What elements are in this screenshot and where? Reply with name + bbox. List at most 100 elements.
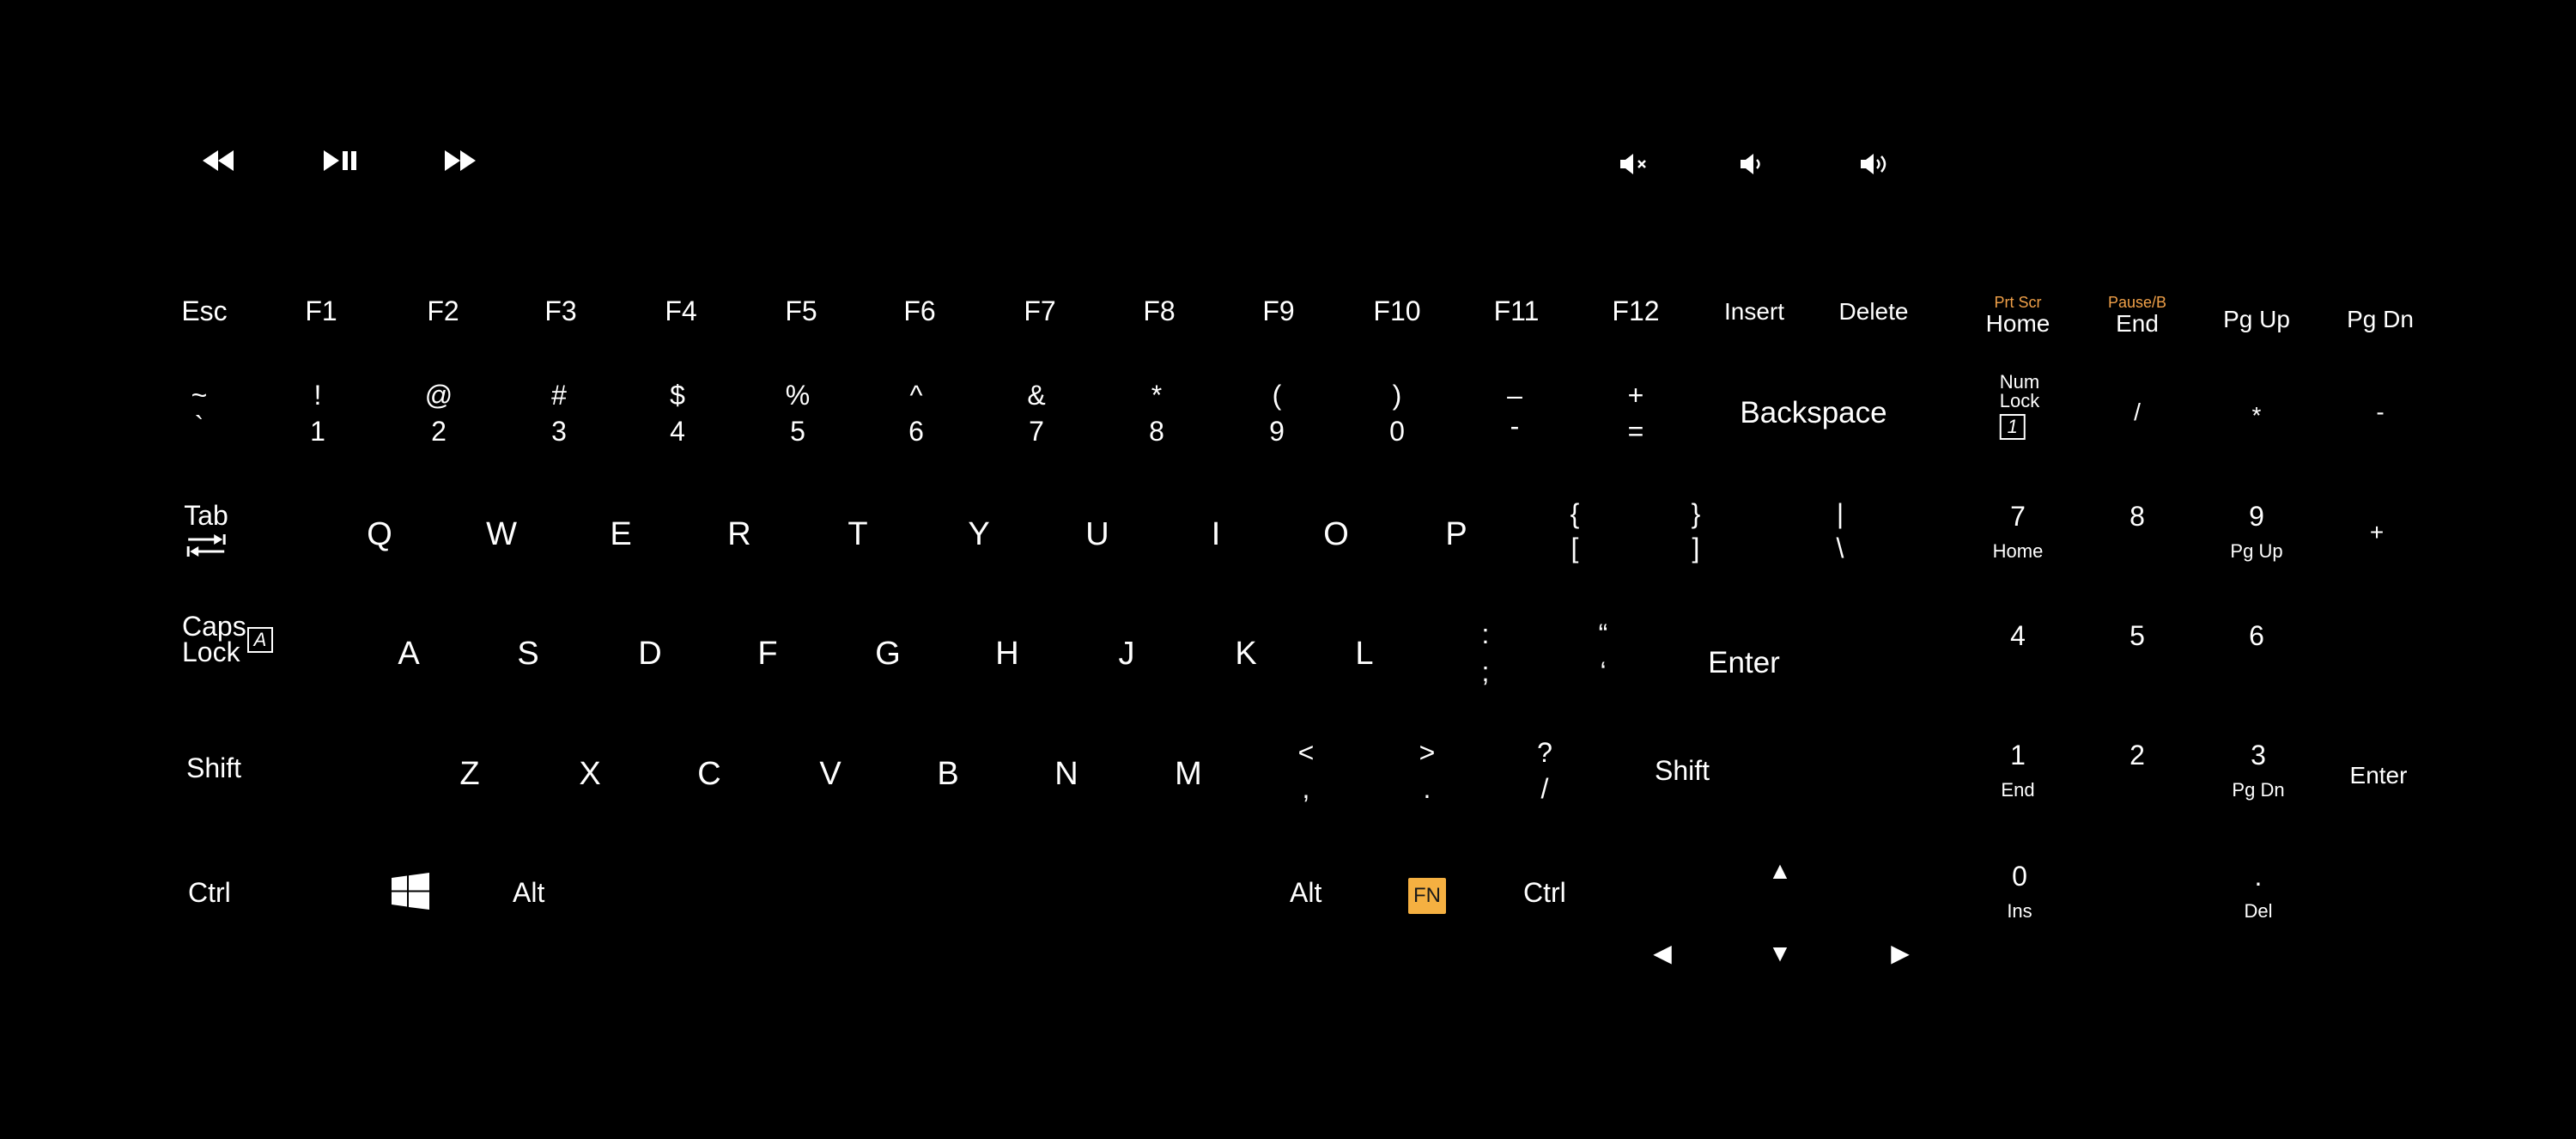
key-8[interactable]: * 8	[1149, 381, 1164, 445]
key-alt-left[interactable]: Alt	[513, 879, 544, 906]
key-f12[interactable]: F12	[1612, 297, 1659, 325]
key-numlock[interactable]: Num Lock 1	[1999, 373, 2039, 440]
key-f[interactable]: F	[757, 637, 777, 670]
volume-down-icon[interactable]	[1740, 153, 1771, 180]
key-numpad-multiply[interactable]: *	[2252, 404, 2262, 428]
key-b[interactable]: B	[937, 758, 958, 790]
arrow-left-icon[interactable]: ◀	[1653, 941, 1672, 965]
key-v[interactable]: V	[819, 758, 841, 790]
key-numpad-8[interactable]: 8	[2129, 502, 2145, 530]
key-n[interactable]: N	[1054, 758, 1078, 790]
key-backslash[interactable]: | \	[1837, 500, 1844, 562]
key-numpad-4[interactable]: 4	[2010, 622, 2026, 649]
key-comma[interactable]: <,	[1298, 739, 1315, 802]
key-insert[interactable]: Insert	[1724, 300, 1784, 324]
key-numpad-plus[interactable]: +	[2370, 521, 2384, 545]
key-f7[interactable]: F7	[1024, 297, 1055, 325]
key-f1[interactable]: F1	[305, 297, 337, 325]
key-shift-right[interactable]: Shift	[1655, 757, 1710, 784]
key-f9[interactable]: F9	[1262, 297, 1294, 325]
key-f10[interactable]: F10	[1373, 297, 1420, 325]
key-k[interactable]: K	[1235, 637, 1256, 670]
fast-forward-icon[interactable]	[443, 149, 477, 176]
key-tab[interactable]: Tab	[184, 502, 228, 562]
key-c[interactable]: C	[697, 758, 720, 790]
key-backtick[interactable]: ~ `	[191, 381, 208, 440]
key-5[interactable]: % 5	[786, 381, 810, 445]
key-f11[interactable]: F11	[1494, 297, 1540, 325]
windows-logo-icon[interactable]	[392, 873, 429, 915]
key-ctrl-right[interactable]: Ctrl	[1523, 879, 1566, 906]
key-equals[interactable]: + =	[1628, 381, 1644, 445]
key-minus[interactable]: – -	[1507, 381, 1522, 440]
key-x[interactable]: X	[579, 758, 600, 790]
key-backspace[interactable]: Backspace	[1740, 398, 1886, 428]
key-numpad-5[interactable]: 5	[2129, 622, 2145, 649]
key-h[interactable]: H	[995, 637, 1018, 670]
key-esc[interactable]: Esc	[181, 297, 227, 325]
key-f2[interactable]: F2	[427, 297, 459, 325]
key-f5[interactable]: F5	[785, 297, 817, 325]
key-numpad-minus[interactable]: -	[2376, 400, 2384, 424]
key-fn[interactable]: FN	[1408, 878, 1446, 914]
key-f8[interactable]: F8	[1143, 297, 1175, 325]
key-pgup[interactable]: Pg Up	[2223, 308, 2290, 332]
key-3[interactable]: #3	[551, 381, 567, 445]
key-e[interactable]: E	[610, 518, 631, 551]
key-l[interactable]: L	[1355, 637, 1373, 670]
key-ctrl-left[interactable]: Ctrl	[188, 879, 231, 906]
key-j[interactable]: J	[1119, 637, 1135, 670]
key-slash[interactable]: ? /	[1537, 739, 1552, 802]
key-q[interactable]: Q	[367, 518, 392, 551]
key-numpad-6[interactable]: 6	[2249, 622, 2264, 649]
volume-up-icon[interactable]	[1860, 153, 1893, 180]
key-y[interactable]: Y	[968, 518, 989, 551]
key-w[interactable]: W	[486, 518, 517, 551]
key-t[interactable]: T	[848, 518, 867, 551]
key-numpad-9[interactable]: 9 Pg Up	[2230, 502, 2282, 561]
arrow-down-icon[interactable]: ▼	[1768, 941, 1792, 965]
key-f6[interactable]: F6	[903, 297, 935, 325]
key-0[interactable]: ) 0	[1389, 381, 1405, 445]
arrow-right-icon[interactable]: ▶	[1891, 941, 1910, 965]
key-z[interactable]: Z	[459, 758, 479, 790]
key-7[interactable]: & 7	[1027, 381, 1045, 445]
key-alt-right[interactable]: Alt	[1290, 879, 1321, 906]
key-9[interactable]: (9	[1269, 381, 1285, 445]
key-r[interactable]: R	[727, 518, 750, 551]
key-i[interactable]: I	[1212, 518, 1221, 551]
key-enter[interactable]: Enter	[1708, 648, 1780, 678]
key-bracket-open[interactable]: {[	[1571, 500, 1580, 562]
key-s[interactable]: S	[517, 637, 538, 670]
key-shift-left[interactable]: Shift	[186, 754, 241, 782]
key-f4[interactable]: F4	[665, 297, 696, 325]
key-bracket-close[interactable]: }]	[1692, 500, 1701, 562]
key-period[interactable]: >.	[1419, 739, 1436, 802]
key-numpad-0[interactable]: 0 Ins	[2007, 862, 2032, 921]
key-numpad-divide[interactable]: /	[2134, 400, 2141, 424]
key-pgdn[interactable]: Pg Dn	[2347, 308, 2414, 332]
key-semicolon[interactable]: :;	[1482, 620, 1490, 685]
key-u[interactable]: U	[1085, 518, 1109, 551]
key-a[interactable]: A	[398, 637, 419, 670]
key-numpad-1[interactable]: 1 End	[2001, 741, 2034, 800]
key-home[interactable]: Prt Scr Home	[1986, 295, 2050, 336]
play-pause-icon[interactable]	[322, 149, 358, 176]
key-2[interactable]: @2	[425, 381, 453, 445]
key-end[interactable]: Pause/B End	[2108, 295, 2166, 336]
key-d[interactable]: D	[638, 637, 661, 670]
key-numpad-2[interactable]: 2	[2129, 741, 2145, 769]
key-numpad-dot[interactable]: . Del	[2244, 862, 2272, 921]
key-o[interactable]: O	[1323, 518, 1349, 551]
key-m[interactable]: M	[1175, 758, 1202, 790]
key-numpad-3[interactable]: 3 Pg Dn	[2232, 741, 2284, 800]
arrow-up-icon[interactable]: ▲	[1768, 859, 1792, 883]
key-quote[interactable]: “‘	[1599, 620, 1608, 685]
key-delete[interactable]: Delete	[1839, 300, 1909, 324]
key-numpad-enter[interactable]: Enter	[2350, 764, 2408, 788]
key-caps-lock[interactable]: Caps Lock A	[182, 612, 273, 666]
volume-mute-icon[interactable]	[1619, 153, 1650, 180]
key-1[interactable]: ! 1	[310, 381, 325, 445]
rewind-icon[interactable]	[201, 149, 235, 176]
key-numpad-7[interactable]: 7 Home	[1993, 502, 2044, 561]
